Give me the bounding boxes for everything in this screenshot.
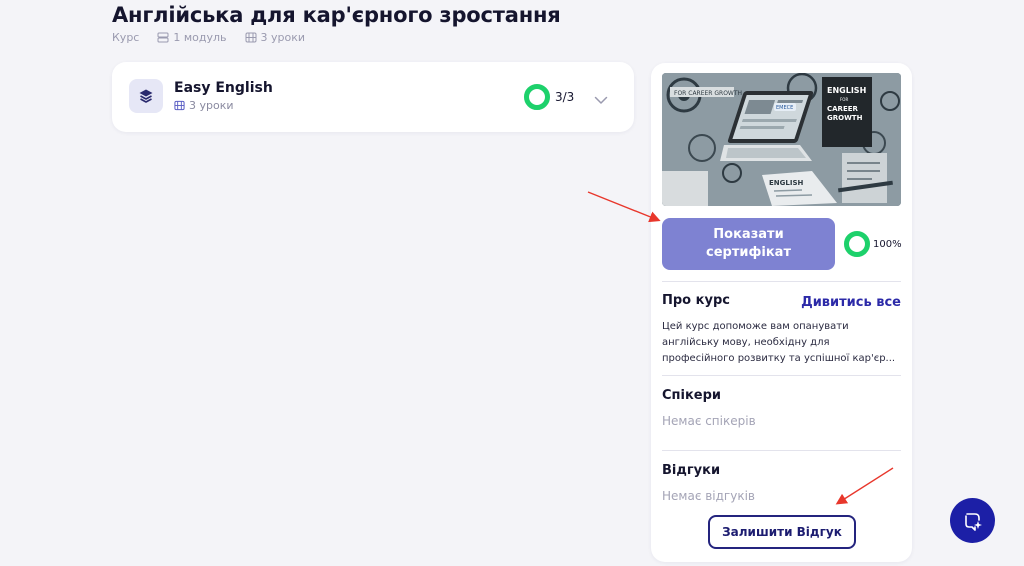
cover-book-subtitle-2: GROWTH [827,114,863,122]
film-icon [245,32,257,43]
leave-review-button[interactable]: Залишити Відгук [708,515,856,549]
cover-banner-text: FOR CAREER GROWTH [674,90,742,97]
cover-sticker-text: EMECE [776,105,793,111]
speakers-empty: Немає спікерів [662,414,756,428]
see-all-link[interactable]: Дивитись все [801,295,901,310]
course-meta: Курс 1 модуль 3 уроки [112,31,305,44]
divider [662,450,901,451]
modules-icon [157,32,169,43]
cover-book-subtitle-1: CAREER [827,105,859,113]
module-progress: 3/3 [523,83,574,111]
layers-icon [129,79,163,113]
progress-ring-icon [524,84,550,110]
about-title: Про курс [662,293,730,308]
chevron-down-icon[interactable] [594,90,608,109]
module-lessons-label: 3 уроки [189,99,234,112]
module-card[interactable]: Easy English 3 уроки 3/3 [112,62,634,132]
certificate-progress-text: 100% [873,238,902,250]
reviews-title: Відгуки [662,463,721,478]
cover-book-title: ENGLISH [827,86,866,95]
meta-type-label: Курс [112,31,140,44]
page-title: Англійська для кар'єрного зростання [112,3,561,27]
film-icon [174,100,185,111]
certificate-progress: 100% [843,230,902,258]
meta-modules-label: 1 модуль [173,31,227,44]
meta-lessons: 3 уроки [245,31,306,44]
sparkle-icon [964,512,982,531]
annotation-arrow [587,191,661,223]
module-progress-text: 3/3 [555,90,575,104]
reviews-empty: Немає відгуків [662,489,755,503]
meta-lessons-label: 3 уроки [260,31,306,44]
divider [662,281,901,282]
module-lessons: 3 уроки [174,99,234,112]
meta-modules: 1 модуль [157,31,227,44]
cover-open-book-text: ENGLISH [769,179,803,187]
about-line: англійську мову, необхідну для [662,337,830,348]
about-line: професійного розвитку та успішної кар'єр… [662,353,896,364]
about-description: Цей курс допоможе вам опанувати англійсь… [662,319,901,367]
progress-ring-icon [844,231,870,257]
about-line: Цей курс допоможе вам опанувати [662,321,849,332]
cover-book-for: FOR [840,97,848,102]
course-cover-image: FOR CAREER GROWTH EMECE ENGLISH FOR CARE… [662,73,901,206]
meta-type: Курс [112,31,139,44]
course-sidebar: FOR CAREER GROWTH EMECE ENGLISH FOR CARE… [651,63,912,562]
speakers-title: Спікери [662,388,722,403]
divider [662,375,901,376]
ai-assistant-button[interactable] [950,498,995,543]
show-certificate-button[interactable]: Показати сертифікат [662,218,835,270]
module-title: Easy English [174,80,273,96]
